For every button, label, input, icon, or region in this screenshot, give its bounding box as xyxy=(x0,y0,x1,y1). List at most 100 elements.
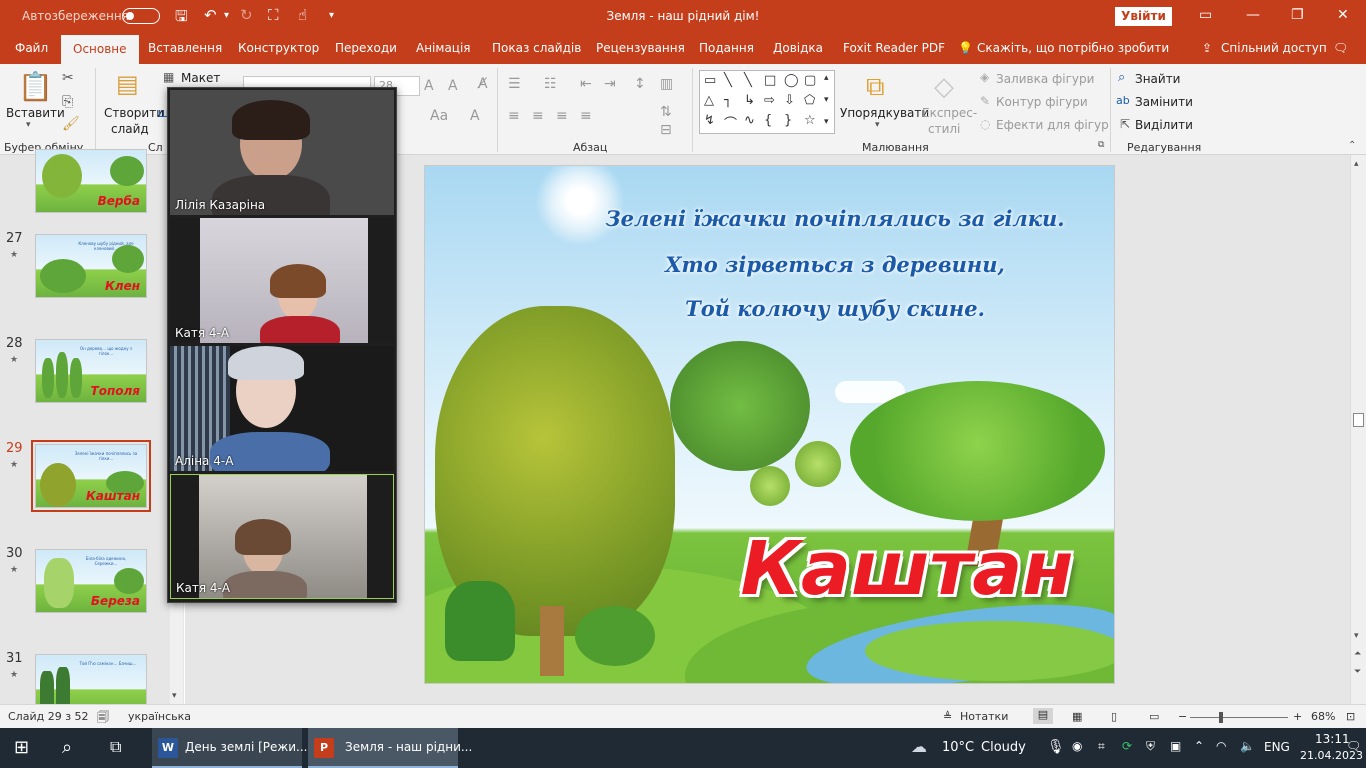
quick-styles-icon[interactable]: ◇ xyxy=(934,72,954,102)
tab-animations[interactable]: Анімація xyxy=(416,33,471,64)
arrow-right-shape-icon[interactable]: ⇨ xyxy=(764,93,775,108)
gallery-scroll-up-icon[interactable]: ▴ xyxy=(824,73,829,83)
notes-button[interactable]: Нотатки xyxy=(960,710,1008,723)
scroll-thumb[interactable] xyxy=(1353,413,1364,427)
undo-dropdown-icon[interactable]: ▾ xyxy=(224,10,229,21)
connector-shape-icon[interactable]: ↳ xyxy=(744,93,755,108)
input-language[interactable]: ENG xyxy=(1264,740,1290,754)
format-painter-icon[interactable]: 🖌 xyxy=(62,116,80,132)
fit-slide-icon[interactable]: ⊡ xyxy=(1346,710,1355,723)
oval-shape-icon[interactable]: ◯ xyxy=(784,73,799,88)
tab-foxit[interactable]: Foxit Reader PDF xyxy=(843,33,945,64)
scroll-down-icon[interactable]: ▾ xyxy=(172,691,177,701)
collapse-ribbon-icon[interactable]: ⌃ xyxy=(1348,140,1356,151)
textbox-shape-icon[interactable]: ▭ xyxy=(704,73,716,88)
shape-outline-button[interactable]: Контур фігури xyxy=(996,95,1088,109)
find-icon[interactable]: ⌕ xyxy=(1118,70,1125,85)
tell-me-search[interactable]: Скажіть, що потрібно зробити xyxy=(977,33,1169,64)
zoom-out-icon[interactable]: − xyxy=(1178,710,1187,723)
brace-right-shape-icon[interactable]: } xyxy=(784,113,792,128)
line-shape-icon[interactable]: ╲ xyxy=(724,73,732,88)
notification-icon[interactable]: 🗨 xyxy=(1346,739,1361,753)
outline-icon[interactable]: ✎ xyxy=(980,94,990,108)
line-shape-icon[interactable]: ╲ xyxy=(744,73,752,88)
arrange-button[interactable]: Упорядкувати xyxy=(840,106,929,120)
poem-line-2[interactable]: Хто зірветься з деревини, xyxy=(575,252,1095,277)
undo-icon[interactable]: ↶ xyxy=(204,6,217,24)
align-text-icon[interactable]: ⊟ xyxy=(660,122,672,138)
arrange-dropdown-icon[interactable]: ▾ xyxy=(875,120,880,130)
gallery-scroll-down-icon[interactable]: ▾ xyxy=(824,95,829,105)
select-icon[interactable]: ⇱ xyxy=(1120,117,1130,131)
next-slide-icon[interactable]: ⏷ xyxy=(1354,667,1361,677)
shape-fill-button[interactable]: Заливка фігури xyxy=(996,72,1094,86)
line-spacing-icon[interactable]: ↕ xyxy=(634,76,646,92)
star-shape-icon[interactable]: ☆ xyxy=(804,113,816,128)
increase-font-icon[interactable]: A xyxy=(424,78,434,94)
tab-home[interactable]: Основне xyxy=(61,35,139,64)
taskbar-word-app[interactable]: W День землі [Режи... xyxy=(152,728,307,768)
autosave-toggle[interactable] xyxy=(122,8,160,24)
participant-video[interactable]: Аліна 4-А xyxy=(170,346,394,471)
customize-icon[interactable]: ▾ xyxy=(329,10,334,21)
quick-styles-button[interactable]: Експрес- xyxy=(922,106,977,120)
security-icon[interactable]: ⛨ xyxy=(1146,739,1155,754)
layout-button[interactable]: Макет xyxy=(181,71,220,85)
select-button[interactable]: Виділити xyxy=(1135,118,1193,132)
scroll-down-icon[interactable]: ▾ xyxy=(1354,631,1359,641)
present-icon[interactable]: ⛶ xyxy=(268,6,279,24)
paste-dropdown-icon[interactable]: ▾ xyxy=(26,120,31,130)
touch-icon[interactable]: ☝ xyxy=(298,6,307,24)
new-slide-button[interactable]: Створити xyxy=(104,106,164,120)
brace-left-shape-icon[interactable]: { xyxy=(764,113,772,128)
comments-icon[interactable]: 🗨 xyxy=(1333,33,1348,64)
redo-icon[interactable]: ↻ xyxy=(240,6,253,24)
slide-thumbnail[interactable]: Кленову шубу рідний, але кленовий… Клен xyxy=(35,234,147,298)
text-direction-icon[interactable]: ⇅ xyxy=(660,104,672,120)
save-icon[interactable]: 🖫 xyxy=(175,6,188,31)
signin-button[interactable]: Увійти xyxy=(1115,7,1172,26)
normal-view-icon[interactable]: ▤ xyxy=(1033,708,1053,724)
share-icon[interactable]: ⇪ xyxy=(1202,33,1212,64)
justify-icon[interactable]: ≡ xyxy=(580,108,592,124)
current-slide[interactable]: Зелені їжачки почіплялись за гілки. Хто … xyxy=(424,165,1115,684)
task-view-icon[interactable]: ⧉ xyxy=(110,737,121,757)
volume-icon[interactable]: 🔈 xyxy=(1240,739,1255,753)
tab-review[interactable]: Рецензування xyxy=(596,33,685,64)
slideshow-view-icon[interactable]: ▭ xyxy=(1149,710,1159,723)
new-slide-icon[interactable]: ▤ xyxy=(116,70,139,98)
paste-button[interactable]: Вставити xyxy=(6,106,65,120)
numbering-icon[interactable]: ☷ xyxy=(544,76,557,92)
participant-video[interactable]: Лілія Казаріна xyxy=(170,90,394,215)
windows-start-icon[interactable]: ⊞ xyxy=(14,737,29,758)
close-icon[interactable]: ✕ xyxy=(1337,7,1349,23)
fill-icon[interactable]: ◈ xyxy=(980,70,989,84)
font-color-icon[interactable]: A xyxy=(470,108,480,124)
taskbar-ppt-app[interactable]: P Земля - наш рідни... xyxy=(308,728,472,768)
language-status[interactable]: українська xyxy=(128,710,191,723)
connector-shape-icon[interactable]: ┐ xyxy=(724,93,732,108)
zoom-slider-thumb[interactable] xyxy=(1219,712,1223,723)
screen-icon[interactable]: ▣ xyxy=(1170,739,1181,753)
tab-insert[interactable]: Вставлення xyxy=(148,33,222,64)
effects-icon[interactable]: ◌ xyxy=(980,117,990,131)
notes-icon[interactable]: ≜ xyxy=(943,710,952,723)
share-button[interactable]: Спільний доступ xyxy=(1221,33,1327,64)
participant-video[interactable]: Катя 4-А xyxy=(170,218,394,343)
tab-slideshow[interactable]: Показ слайдів xyxy=(492,33,581,64)
zoom-slider-track[interactable] xyxy=(1190,717,1288,718)
scroll-up-icon[interactable]: ▴ xyxy=(1354,159,1359,169)
char-spacing-icon[interactable]: Aa xyxy=(430,108,448,124)
curve-shape-icon[interactable]: ∿ xyxy=(744,113,755,128)
arc-shape-icon[interactable]: ⌒ xyxy=(724,113,737,132)
participant-video-active[interactable]: Катя 4-А xyxy=(170,474,394,599)
editor-scrollbar[interactable]: ▴ ▾ ⏶ ⏷ xyxy=(1350,155,1366,704)
slide-thumbnail-active[interactable]: Зелені їжачки почіплялись за гілки… Кашт… xyxy=(31,440,151,512)
reading-view-icon[interactable]: ▯ xyxy=(1111,710,1117,723)
flowchart-shape-icon[interactable]: ⬠ xyxy=(804,93,815,108)
slide-thumbnail[interactable]: Верба xyxy=(35,149,147,213)
find-button[interactable]: Знайти xyxy=(1135,72,1180,86)
copy-icon[interactable]: ⎘ xyxy=(62,94,73,110)
tab-view[interactable]: Подання xyxy=(699,33,754,64)
microphone-icon[interactable]: 🎙 xyxy=(1047,739,1065,755)
